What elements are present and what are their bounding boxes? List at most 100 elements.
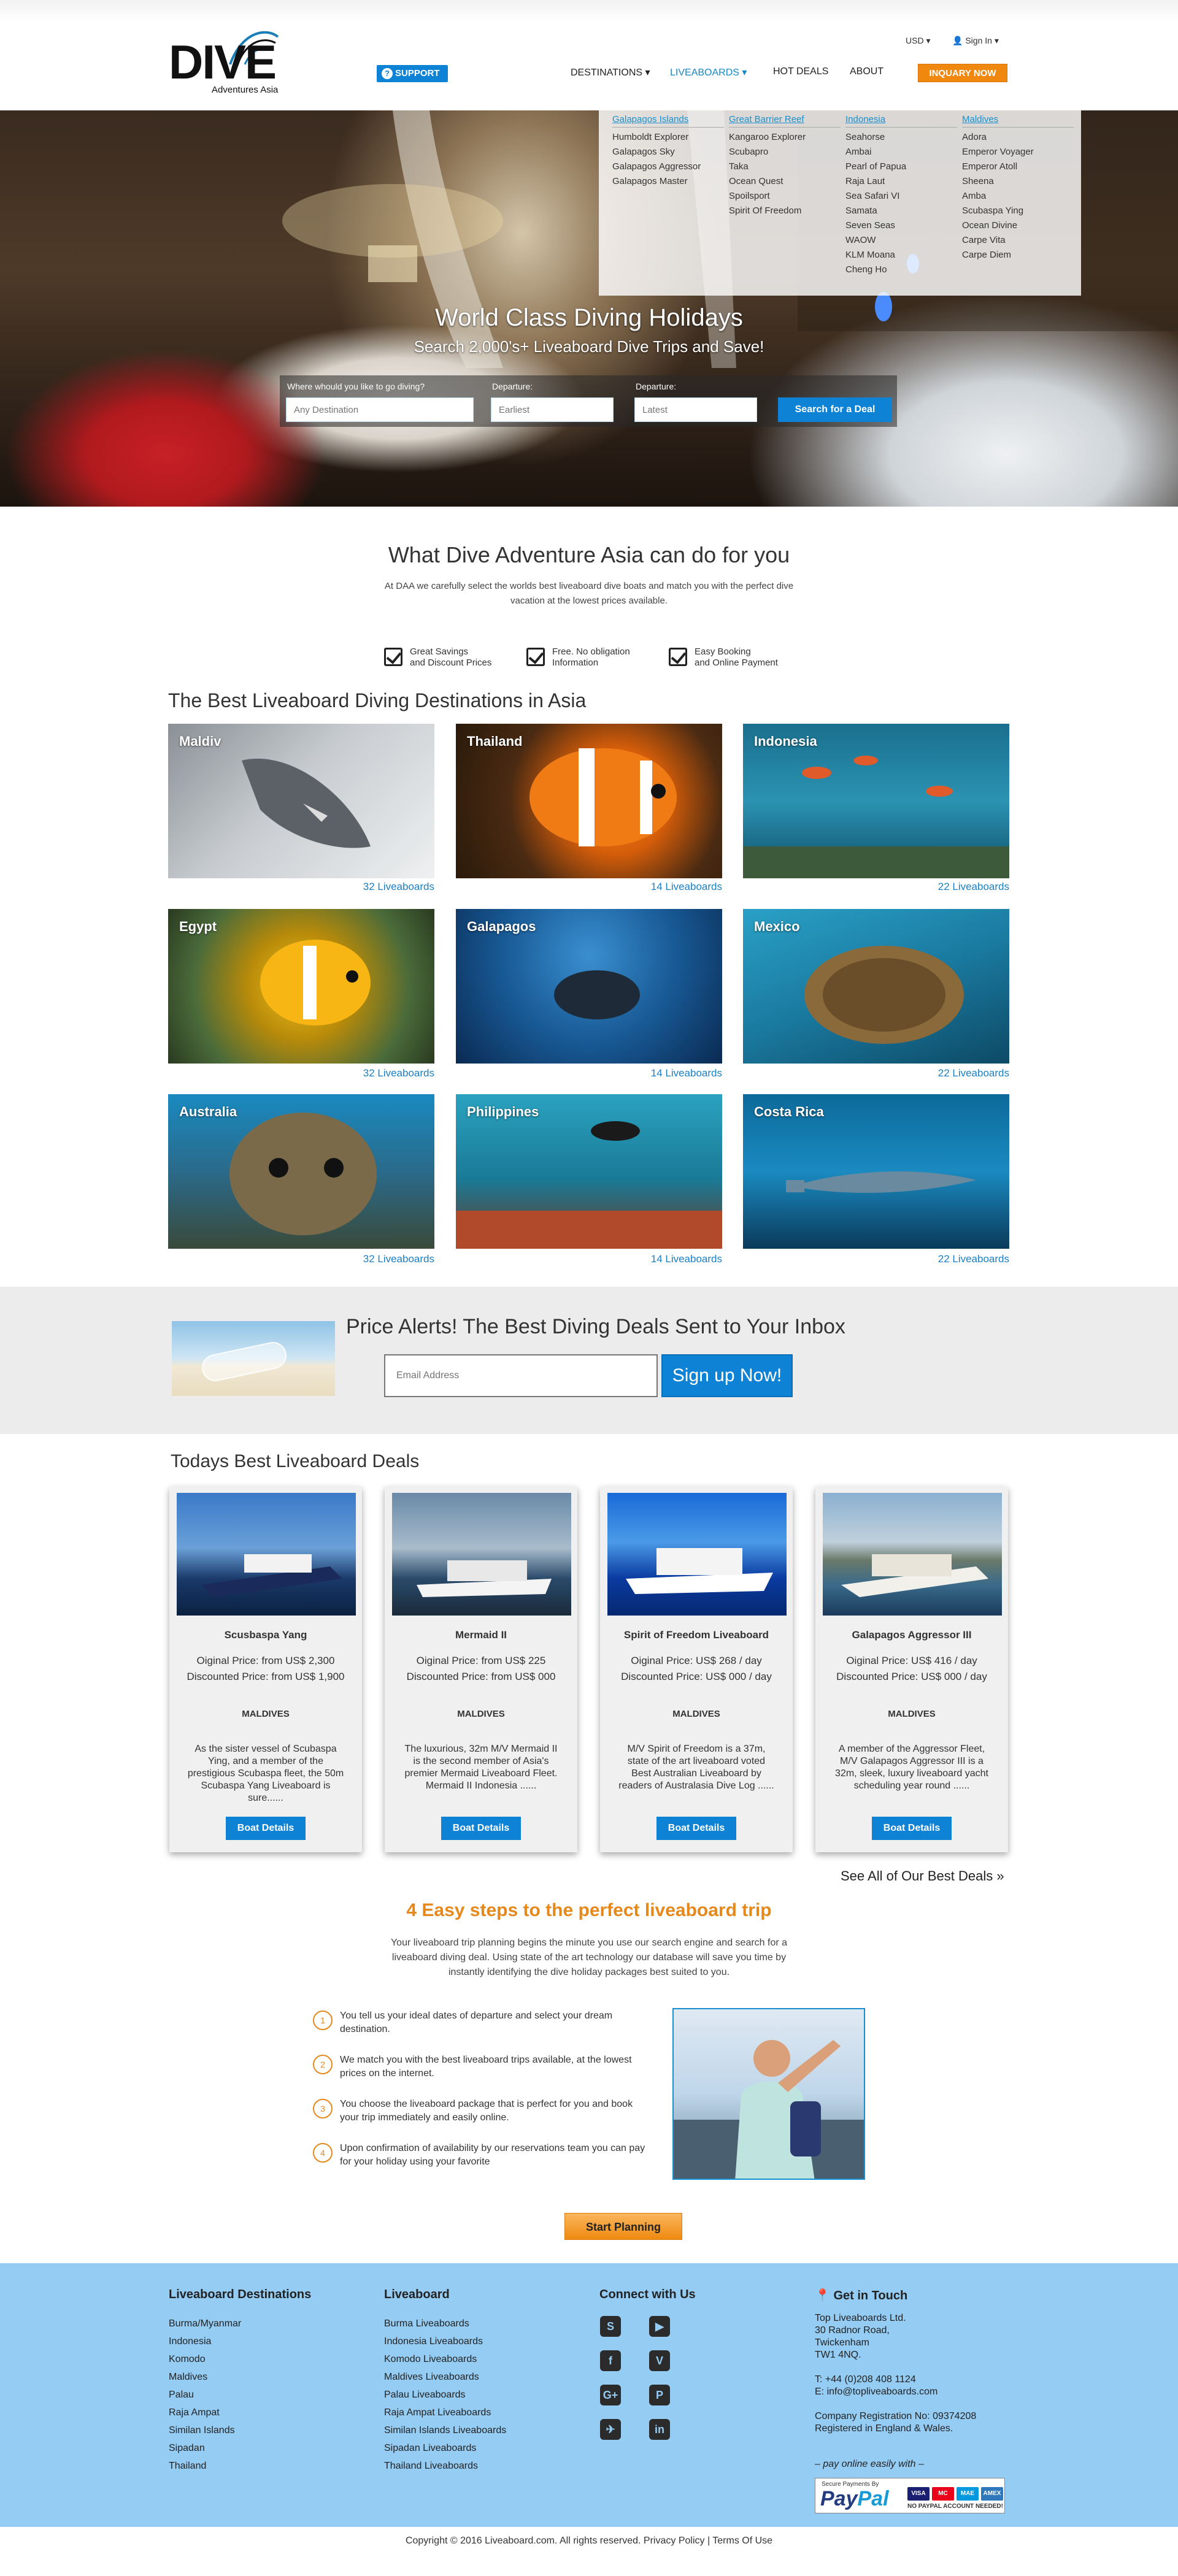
destination-count[interactable]: 22 Liveaboards xyxy=(743,881,1009,893)
departure-latest-input[interactable] xyxy=(634,397,757,422)
google-plus-icon[interactable]: G+ xyxy=(600,2385,621,2405)
destination-card-egypt[interactable]: Egypt xyxy=(168,909,434,1064)
signup-button[interactable]: Sign up Now! xyxy=(661,1354,793,1397)
departure-earliest-label: Departure: xyxy=(492,381,533,391)
dropdown-item[interactable]: Emperor Voyager xyxy=(962,145,1074,159)
nav-destinations[interactable]: DESTINATIONS ▾ xyxy=(571,66,650,79)
footer-link[interactable]: Similan Islands xyxy=(169,2421,241,2439)
dropdown-column-title[interactable]: Indonesia xyxy=(845,114,957,125)
destination-count[interactable]: 32 Liveaboards xyxy=(168,1067,434,1079)
boat-details-button[interactable]: Boat Details xyxy=(872,1817,952,1840)
boat-details-button[interactable]: Boat Details xyxy=(656,1817,736,1840)
support-button[interactable]: ? SUPPORT xyxy=(377,65,448,82)
dropdown-item[interactable]: Carpe Diem xyxy=(962,248,1074,263)
nav-about[interactable]: ABOUT xyxy=(850,66,884,77)
dropdown-item[interactable]: Spoilsport xyxy=(729,189,841,204)
destination-card-philippines[interactable]: Philippines xyxy=(456,1094,722,1249)
footer-link[interactable]: Similan Islands Liveaboards xyxy=(384,2421,506,2439)
dropdown-item[interactable]: Scubaspa Ying xyxy=(962,204,1074,218)
destination-count[interactable]: 22 Liveaboards xyxy=(743,1253,1009,1265)
dropdown-item[interactable]: Humboldt Explorer xyxy=(612,130,724,145)
dropdown-column-title[interactable]: Great Barrier Reef xyxy=(729,114,841,125)
pinterest-icon[interactable]: P xyxy=(649,2385,670,2405)
footer-link[interactable]: Palau xyxy=(169,2386,241,2404)
search-button[interactable]: Search for a Deal xyxy=(778,397,892,422)
inquiry-button[interactable]: INQUARY NOW xyxy=(918,64,1007,82)
footer-link[interactable]: Indonesia Liveaboards xyxy=(384,2333,506,2350)
dropdown-item[interactable]: Amba xyxy=(962,189,1074,204)
destination-card-galapagos[interactable]: Galapagos xyxy=(456,909,722,1064)
dropdown-item[interactable]: Kangaroo Explorer xyxy=(729,130,841,145)
footer-link[interactable]: Komodo xyxy=(169,2350,241,2368)
signin-link[interactable]: 👤 Sign In ▾ xyxy=(952,36,999,46)
dropdown-item[interactable]: Ambai xyxy=(845,145,957,159)
footer-link[interactable]: Maldives Liveaboards xyxy=(384,2368,506,2386)
dropdown-item[interactable]: Taka xyxy=(729,159,841,174)
destination-card-indonesia[interactable]: Indonesia xyxy=(743,724,1009,878)
footer-link[interactable]: Sipadan Liveaboards xyxy=(384,2439,506,2457)
departure-earliest-input[interactable] xyxy=(491,397,614,422)
currency-selector[interactable]: USD ▾ xyxy=(906,36,930,46)
destination-card-costa-rica[interactable]: Costa Rica xyxy=(743,1094,1009,1249)
dropdown-item[interactable]: Adora xyxy=(962,130,1074,145)
see-all-deals-link[interactable]: See All of Our Best Deals » xyxy=(841,1868,1004,1884)
dropdown-column-title[interactable]: Maldives xyxy=(962,114,1074,125)
logo[interactable]: DIVE Adventures Asia xyxy=(169,25,291,98)
destination-input[interactable] xyxy=(286,397,474,422)
dropdown-item[interactable]: Galapagos Aggressor xyxy=(612,159,724,174)
dropdown-item[interactable]: Sea Safari VI xyxy=(845,189,957,204)
twitter-icon[interactable]: ✈ xyxy=(600,2419,621,2440)
dropdown-item[interactable]: Samata xyxy=(845,204,957,218)
skype-icon[interactable]: S xyxy=(600,2316,621,2337)
footer-link[interactable]: Burma/Myanmar xyxy=(169,2315,241,2333)
destination-card-thailand[interactable]: Thailand xyxy=(456,724,722,878)
youtube-icon[interactable]: ▶ xyxy=(649,2316,670,2337)
linkedin-icon[interactable]: in xyxy=(649,2419,670,2440)
dropdown-item[interactable]: Seahorse xyxy=(845,130,957,145)
dropdown-item[interactable]: KLM Moana xyxy=(845,248,957,263)
facebook-icon[interactable]: f xyxy=(600,2350,621,2371)
dropdown-item[interactable]: Ocean Divine xyxy=(962,218,1074,233)
email-input[interactable] xyxy=(384,1354,658,1397)
destination-count[interactable]: 22 Liveaboards xyxy=(743,1067,1009,1079)
destination-count[interactable]: 32 Liveaboards xyxy=(168,881,434,893)
dropdown-item[interactable]: Spirit Of Freedom xyxy=(729,204,841,218)
dropdown-item[interactable]: Seven Seas xyxy=(845,218,957,233)
dropdown-item[interactable]: Pearl of Papua xyxy=(845,159,957,174)
dropdown-item[interactable]: Carpe Vita xyxy=(962,233,1074,248)
destination-card-maldiv[interactable]: Maldiv xyxy=(168,724,434,878)
footer-link[interactable]: Raja Ampat Liveaboards xyxy=(384,2404,506,2421)
dropdown-item[interactable]: Galapagos Sky xyxy=(612,145,724,159)
dropdown-item[interactable]: Raja Laut xyxy=(845,174,957,189)
footer-link[interactable]: Maldives xyxy=(169,2368,241,2386)
dropdown-item[interactable]: Galapagos Master xyxy=(612,174,724,189)
footer-link[interactable]: Burma Liveaboards xyxy=(384,2315,506,2333)
boat-details-button[interactable]: Boat Details xyxy=(226,1817,306,1840)
start-planning-button[interactable]: Start Planning xyxy=(564,2213,682,2240)
vimeo-icon[interactable]: V xyxy=(649,2350,670,2371)
footer-link[interactable]: Thailand Liveaboards xyxy=(384,2457,506,2475)
destination-card-australia[interactable]: Australia xyxy=(168,1094,434,1249)
footer-link[interactable]: Indonesia xyxy=(169,2333,241,2350)
footer-link[interactable]: Sipadan xyxy=(169,2439,241,2457)
dropdown-item[interactable]: Sheena xyxy=(962,174,1074,189)
boat-details-button[interactable]: Boat Details xyxy=(441,1817,521,1840)
destination-count[interactable]: 14 Liveaboards xyxy=(456,1253,722,1265)
nav-liveaboards[interactable]: LIVEABOARDS ▾ xyxy=(670,66,747,79)
destination-count[interactable]: 14 Liveaboards xyxy=(456,1067,722,1079)
footer-link[interactable]: Thailand xyxy=(169,2457,241,2475)
dropdown-column-title[interactable]: Galapagos Islands xyxy=(612,114,724,125)
footer-link[interactable]: Palau Liveaboards xyxy=(384,2386,506,2404)
footer-link[interactable]: Komodo Liveaboards xyxy=(384,2350,506,2368)
dropdown-item[interactable]: Ocean Quest xyxy=(729,174,841,189)
destination-count[interactable]: 32 Liveaboards xyxy=(168,1253,434,1265)
destination-count[interactable]: 14 Liveaboards xyxy=(456,881,722,893)
dropdown-item[interactable]: Emperor Atoll xyxy=(962,159,1074,174)
dropdown-item[interactable]: WAOW xyxy=(845,233,957,248)
destination-card-mexico[interactable]: Mexico xyxy=(743,909,1009,1064)
contact-email[interactable]: E: info@topliveaboards.com xyxy=(815,2386,937,2398)
nav-hot-deals[interactable]: HOT DEALS xyxy=(773,66,828,77)
dropdown-item[interactable]: Cheng Ho xyxy=(845,263,957,277)
footer-link[interactable]: Raja Ampat xyxy=(169,2404,241,2421)
dropdown-item[interactable]: Scubapro xyxy=(729,145,841,159)
